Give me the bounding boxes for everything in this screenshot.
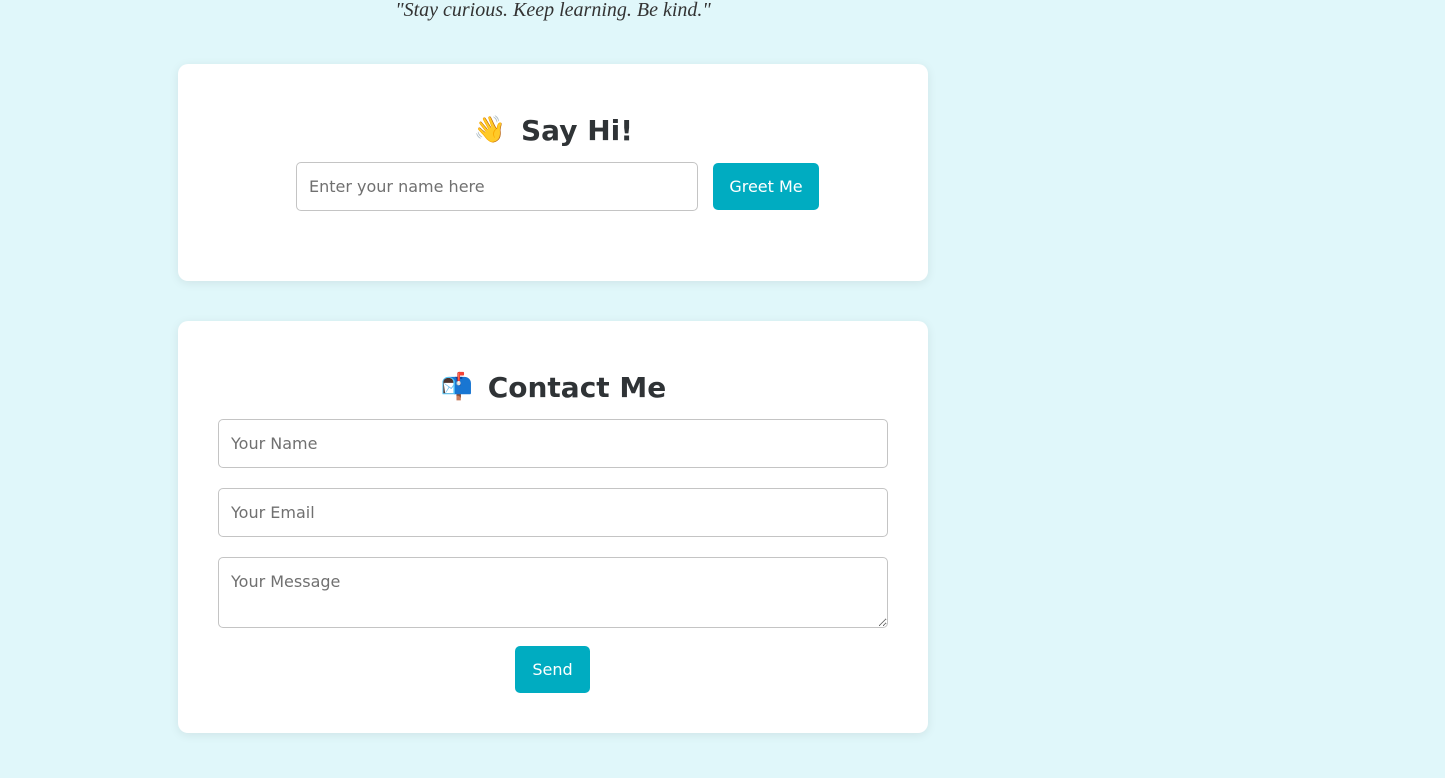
- contact-email-input[interactable]: [218, 488, 888, 537]
- send-button[interactable]: Send: [515, 646, 590, 693]
- contact-name-input[interactable]: [218, 419, 888, 468]
- say-hi-heading: 👋 Say Hi!: [178, 112, 928, 148]
- contact-message-textarea[interactable]: [218, 557, 888, 628]
- quote-text: "Stay curious. Keep learning. Be kind.": [395, 0, 711, 21]
- mailbox-icon: 📬: [440, 372, 473, 402]
- waving-hand-icon: 👋: [473, 115, 507, 145]
- contact-title: Contact Me: [487, 370, 667, 404]
- greet-me-button[interactable]: Greet Me: [713, 163, 819, 210]
- greet-name-input[interactable]: [296, 162, 698, 211]
- say-hi-card: 👋 Say Hi! Greet Me: [178, 64, 928, 281]
- say-hi-title: Say Hi!: [521, 113, 633, 147]
- contact-heading: 📬 Contact Me: [178, 369, 928, 405]
- contact-card: 📬 Contact Me Send: [178, 321, 928, 733]
